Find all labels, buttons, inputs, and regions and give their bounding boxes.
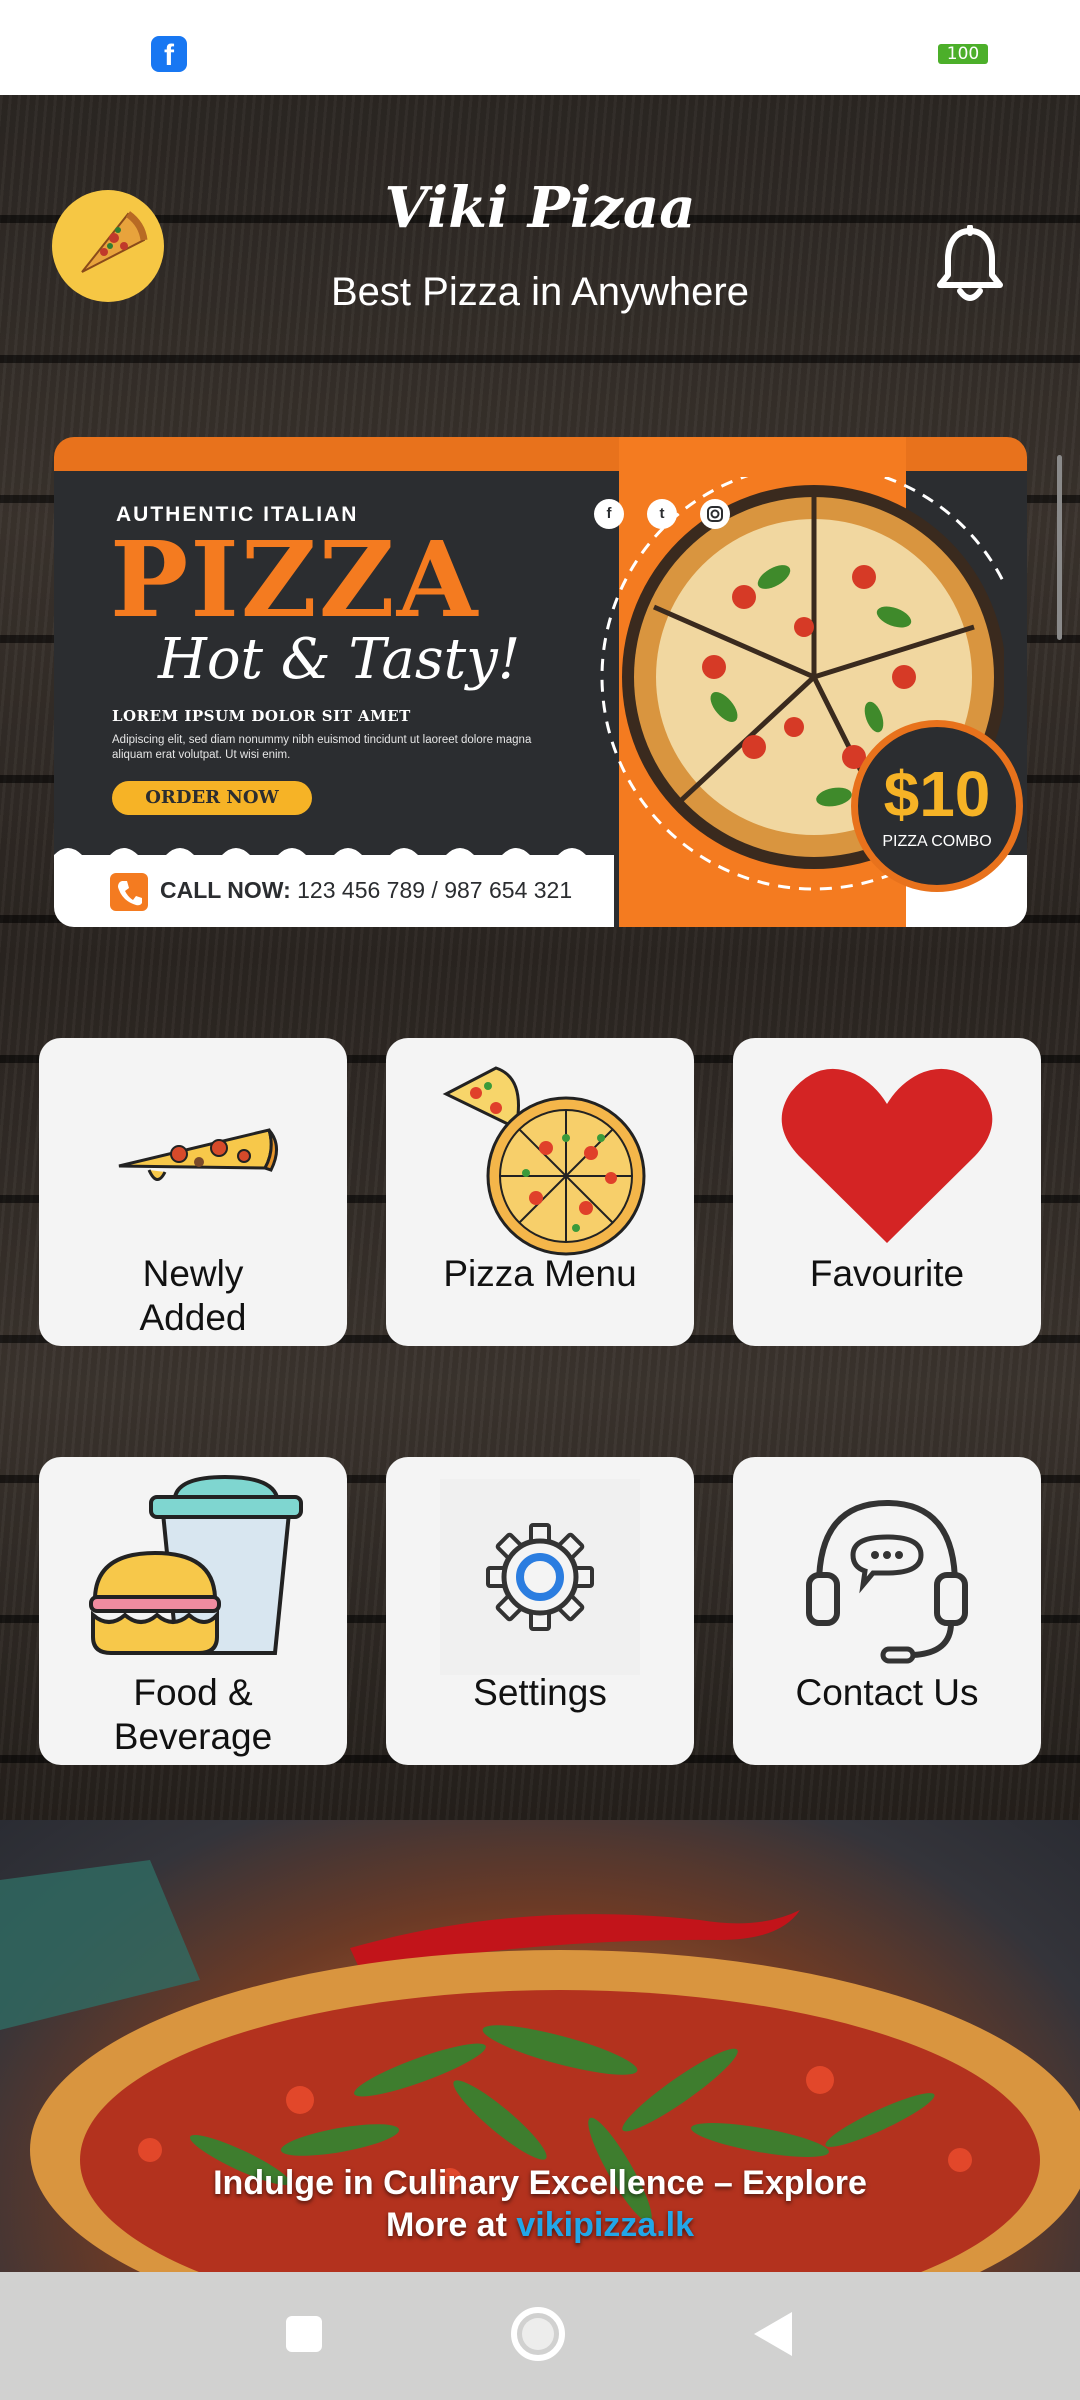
tile-settings[interactable]: Settings (386, 1457, 694, 1765)
promo-prefix: More at (386, 2206, 517, 2244)
instagram-glyph (707, 506, 723, 522)
app-subtitle: Best Pizza in Anywhere (331, 270, 749, 314)
back-icon[interactable] (712, 2272, 832, 2400)
tile-label-line1: Favourite (809, 1253, 965, 1294)
headset-icon (806, 1499, 968, 1664)
tile-label-line2: Added (139, 1297, 247, 1338)
call-now-label: CALL NOW: (160, 877, 291, 903)
instagram-icon[interactable] (700, 499, 730, 529)
call-numbers: 123 456 789 / 987 654 321 (297, 877, 573, 903)
pizza-pie-icon (442, 1066, 646, 1256)
banner-call-line: CALL NOW: 123 456 789 / 987 654 321 (160, 877, 572, 904)
heart-icon (781, 1068, 993, 1243)
facebook-icon[interactable]: f (594, 499, 624, 529)
tile-pizza-menu[interactable]: Pizza Menu (386, 1038, 694, 1346)
gear-icon (440, 1479, 640, 1675)
tile-label-line2: Beverage (113, 1716, 273, 1757)
promo-line-1: Indulge in Culinary Excellence – Explore (213, 2164, 867, 2202)
pizza-slice-icon (118, 1128, 278, 1181)
tile-favourite[interactable]: Favourite (733, 1038, 1041, 1346)
price-badge: $10 PIZZA COMBO (851, 720, 1023, 892)
tile-label-line1: Pizza Menu (443, 1253, 637, 1294)
app-title: Viki Pizaa (384, 175, 696, 241)
home-icon[interactable] (478, 2272, 598, 2400)
price-value: $10 (883, 758, 991, 830)
battery-indicator: 100 (938, 44, 988, 64)
status-bar: f 100 (0, 0, 1080, 95)
tile-label-line1: Newly (142, 1253, 244, 1294)
tile-contact-us[interactable]: Contact Us (733, 1457, 1041, 1765)
order-now-button[interactable]: ORDER NOW (112, 781, 312, 815)
banner-tagline: Hot & Tasty! (158, 627, 521, 692)
promo-text: Indulge in Culinary Excellence – Explore… (0, 2162, 1080, 2246)
tile-label-line1: Contact Us (795, 1672, 979, 1713)
banner-headline: PIZZA (110, 518, 480, 641)
tile-label-line1: Food & (133, 1672, 253, 1713)
tile-food-beverage[interactable]: Food & Beverage (39, 1457, 347, 1765)
promo-line-2: More at vikipizza.lk (0, 2204, 1080, 2246)
website-link[interactable]: vikipizza.lk (516, 2206, 694, 2244)
tile-label-line1: Settings (473, 1672, 607, 1713)
recents-icon[interactable] (244, 2272, 364, 2400)
tile-newly-added[interactable]: Newly Added (39, 1038, 347, 1346)
phone-icon (110, 873, 148, 911)
system-nav-bar (0, 2272, 1080, 2400)
banner-wave-divider (54, 848, 614, 869)
price-caption: PIZZA COMBO (882, 833, 992, 850)
facebook-icon: f (151, 36, 187, 72)
banner-lorem-body: Adipiscing elit, sed diam nonummy nibh e… (112, 734, 532, 761)
bell-icon[interactable] (934, 224, 1006, 305)
twitter-icon[interactable]: t (647, 499, 677, 529)
burger-drink-icon (89, 1474, 303, 1655)
promo-banner[interactable]: AUTHENTIC ITALIAN PIZZA Hot & Tasty! LOR… (54, 437, 1027, 927)
scrollbar-thumb[interactable] (1057, 455, 1062, 640)
banner-lorem-heading: LOREM IPSUM DOLOR SIT AMET (112, 707, 411, 725)
